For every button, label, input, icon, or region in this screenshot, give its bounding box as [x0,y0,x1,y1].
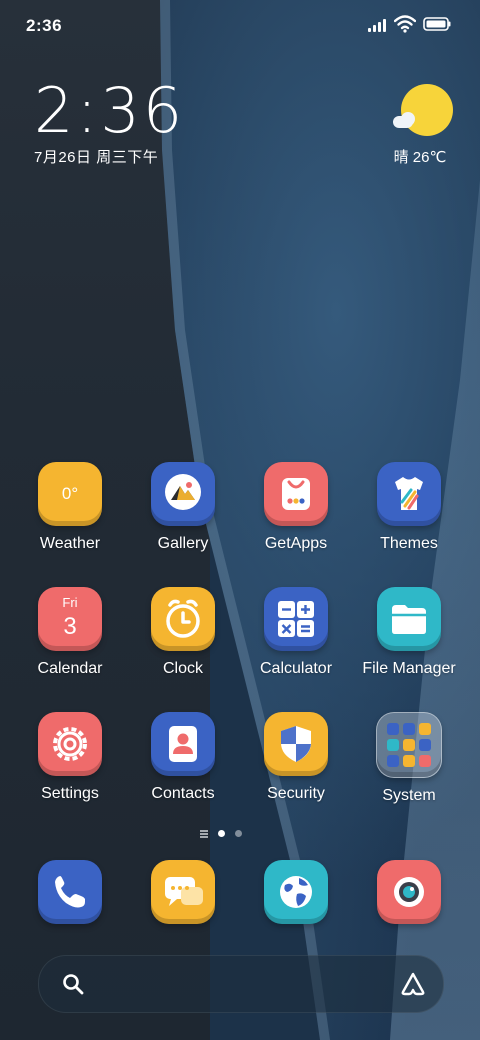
weather-icon: 0° [38,462,102,526]
folder-icon [376,712,442,778]
clock-widget-date: 7月26日 周三下午 [34,149,159,166]
calendar-icon-date: 3 [63,613,77,640]
app-weather[interactable]: 0° Weather [14,462,126,553]
getapps-icon [264,462,328,526]
app-clock[interactable]: Clock [127,587,239,678]
app-label: Security [267,785,325,802]
clock-widget-time: 2:36 [34,74,186,147]
signal-icon [368,18,390,32]
weather-widget-text: 晴 26℃ [393,149,447,166]
app-security[interactable]: Security [240,712,352,803]
status-time: 2:36 [26,16,63,35]
app-label: GetApps [264,535,328,552]
battery-icon [423,17,451,31]
weather-icon-temp: 0° [61,484,79,503]
weather-widget[interactable]: 晴 26℃ [380,82,460,167]
app-label: Calculator [259,660,333,677]
app-list-icon [200,830,208,838]
shield-icon [264,712,328,776]
search-bar[interactable] [38,955,444,1013]
app-folder-system[interactable]: System [353,712,465,805]
camera-icon[interactable] [377,860,441,924]
alarm-clock-icon [151,587,215,651]
page-indicator[interactable] [200,828,250,840]
clock-widget[interactable]: 2:36 7月26日 周三下午 [34,78,185,167]
browser-icon[interactable] [264,860,328,924]
phone-icon[interactable] [38,860,102,924]
folder-icon [377,587,441,651]
themes-icon [377,462,441,526]
app-themes[interactable]: Themes [353,462,465,553]
gallery-icon [151,462,215,526]
app-calculator[interactable]: Calculator [240,587,352,678]
sunny-cloud-icon [391,82,453,140]
app-label: File Manager [362,660,456,677]
messages-icon[interactable] [151,860,215,924]
app-contacts[interactable]: Contacts [127,712,239,803]
contacts-icon [151,712,215,776]
page-dot [235,830,242,837]
app-label: Clock [162,660,203,677]
app-file-manager[interactable]: File Manager [353,587,465,678]
gear-icon [38,712,102,776]
app-calendar[interactable]: Fri 3 Calendar [14,587,126,678]
app-label: Themes [380,535,438,552]
app-getapps[interactable]: GetApps [240,462,352,553]
app-label: Gallery [157,535,209,552]
status-bar[interactable]: 2:36 [0,0,480,50]
wifi-icon [394,15,416,33]
app-label: Contacts [151,785,215,802]
page-dot-active [218,830,225,837]
app-label: Settings [41,785,99,802]
app-settings[interactable]: Settings [14,712,126,803]
calculator-icon [264,587,328,651]
assistant-icon[interactable] [399,971,427,997]
app-label: System [382,787,436,804]
app-gallery[interactable]: Gallery [127,462,239,553]
app-label: Weather [39,535,101,552]
calendar-icon: Fri 3 [38,587,102,651]
calendar-icon-day: Fri [62,595,78,610]
app-label: Calendar [37,660,103,677]
search-icon[interactable] [61,972,85,996]
